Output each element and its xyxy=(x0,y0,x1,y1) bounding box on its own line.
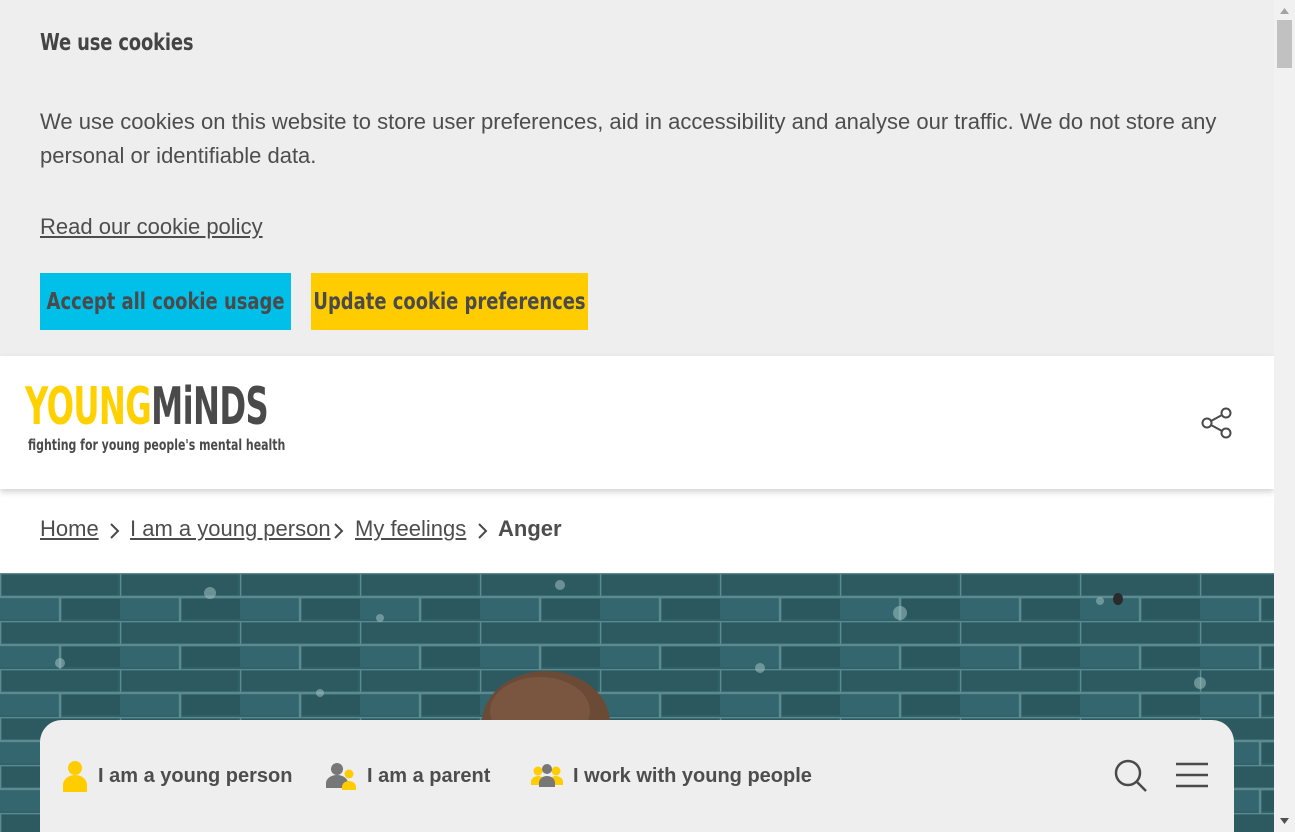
cookie-message: We use cookies on this website to store … xyxy=(40,109,1217,168)
group-icon xyxy=(531,764,563,787)
scroll-up-arrow-icon[interactable] xyxy=(1278,6,1291,16)
menu-icon[interactable] xyxy=(1176,762,1208,788)
audience-navbar: I am a young person I am a parent I work… xyxy=(40,720,1234,832)
share-icon[interactable] xyxy=(1200,406,1234,440)
cookie-banner: We use cookies We use cookies on this we… xyxy=(0,0,1274,356)
breadcrumb: Home I am a young person My feelings Ang… xyxy=(0,489,1274,573)
site-header: YOUNGMiNDS fighting for young people's m… xyxy=(0,356,1274,489)
scrollbar-thumb[interactable] xyxy=(1277,20,1292,68)
breadcrumb-my-feelings[interactable]: My feelings xyxy=(355,516,466,542)
chevron-right-icon xyxy=(334,523,344,539)
update-cookie-preferences-label: Update cookie preferences xyxy=(313,288,586,315)
breadcrumb-home[interactable]: Home xyxy=(40,516,99,542)
nav-parent-label: I am a parent xyxy=(367,764,491,787)
logo-wordmark: YOUNGMiNDS xyxy=(25,377,269,437)
cookie-policy-link[interactable]: Read our cookie policy xyxy=(40,214,263,240)
nav-work-with-young-people-label: I work with young people xyxy=(573,764,812,787)
breadcrumb-current: Anger xyxy=(498,516,562,541)
vertical-scrollbar[interactable] xyxy=(1274,0,1295,832)
youngminds-logo[interactable]: YOUNGMiNDS fighting for young people's m… xyxy=(25,377,285,460)
accept-cookies-label: Accept all cookie usage xyxy=(46,288,285,315)
logo-word-young: YOUNG xyxy=(25,377,152,437)
nav-parent[interactable]: I am a parent xyxy=(325,760,490,792)
parent-icon xyxy=(326,763,356,790)
logo-tagline: fighting for young people's mental healt… xyxy=(28,436,286,454)
breadcrumb-young-person[interactable]: I am a young person xyxy=(130,516,331,542)
page: We use cookies We use cookies on this we… xyxy=(0,0,1274,832)
search-icon[interactable] xyxy=(1114,759,1148,793)
chevron-right-icon xyxy=(478,523,488,539)
accept-cookies-button[interactable]: Accept all cookie usage xyxy=(40,273,291,330)
nav-young-person[interactable]: I am a young person xyxy=(62,760,292,792)
cookie-title: We use cookies xyxy=(40,30,194,56)
update-cookie-preferences-button[interactable]: Update cookie preferences xyxy=(311,273,588,330)
chevron-right-icon xyxy=(110,523,120,539)
scroll-down-arrow-icon[interactable] xyxy=(1278,816,1291,826)
nav-young-person-label: I am a young person xyxy=(98,764,293,787)
logo-word-minds: MiNDS xyxy=(151,377,269,437)
person-icon xyxy=(63,761,87,792)
nav-work-with-young-people[interactable]: I work with young people xyxy=(531,760,812,792)
